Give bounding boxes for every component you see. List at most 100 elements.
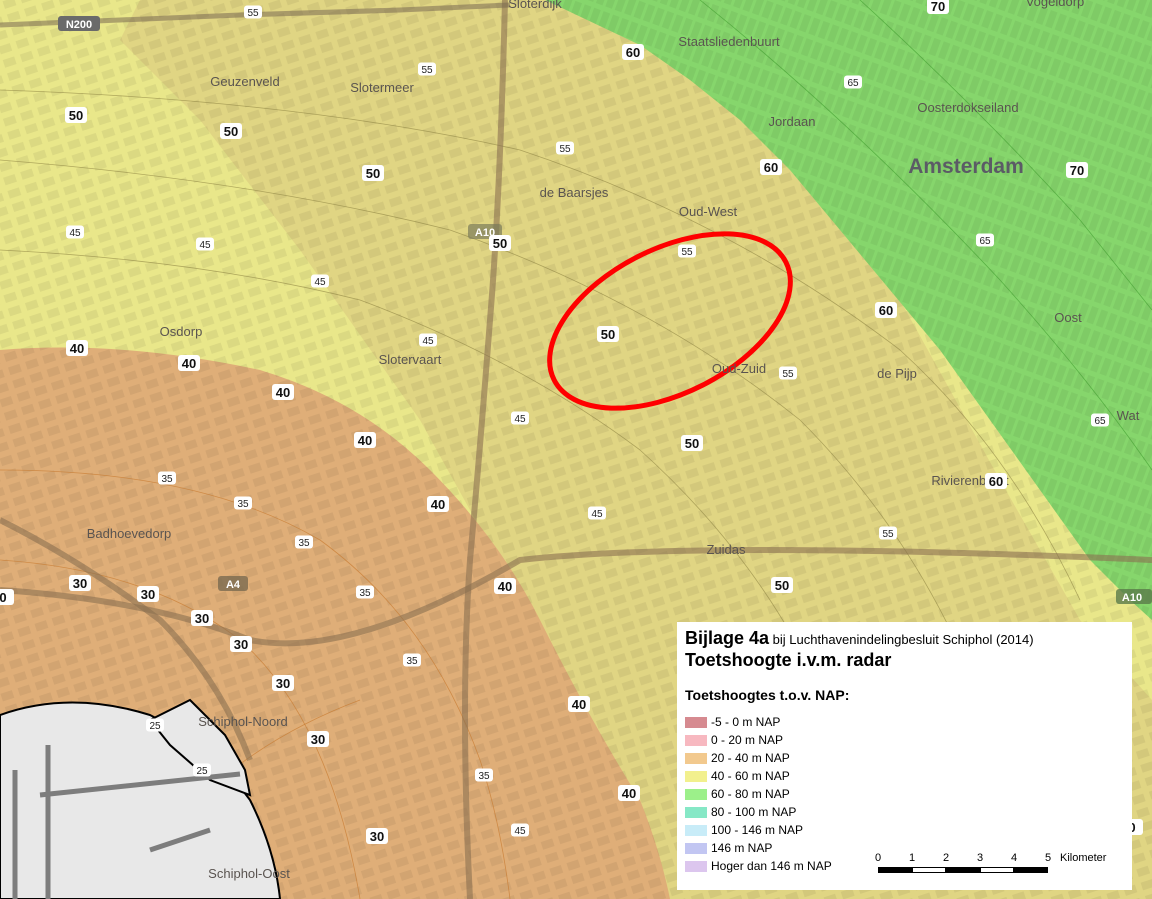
contour-label: 25 (193, 763, 211, 777)
contour-label: 35 (475, 768, 493, 782)
scale-tick: 5 (1045, 852, 1052, 864)
scale-bar: 0 1 2 3 4 5 Kilometer (875, 852, 1118, 876)
contour-label: 35 (295, 535, 313, 549)
svg-text:50: 50 (601, 327, 615, 342)
legend-item: 60 - 80 m NAP (685, 785, 1124, 803)
scale-tick: 4 (1011, 852, 1018, 864)
legend-swatch (685, 842, 707, 854)
legend-item: -5 - 0 m NAP (685, 713, 1124, 731)
place-label-osdorp: Osdorp (160, 324, 203, 339)
contour-label: 40 (427, 496, 449, 512)
svg-text:45: 45 (514, 826, 526, 837)
contour-label: 40 (66, 340, 88, 356)
scale-segment (878, 867, 912, 873)
legend-item-label: 100 - 146 m NAP (711, 823, 804, 837)
place-label-zuidas: Zuidas (706, 542, 746, 557)
scale-tick: 2 (943, 852, 950, 864)
svg-text:55: 55 (681, 247, 693, 258)
place-label-vogeldorp: Vogeldorp (1026, 0, 1085, 9)
legend-list: -5 - 0 m NAP 0 - 20 m NAP 20 - 40 m NAP 40 … (685, 713, 1124, 875)
legend-item: 80 - 100 m NAP (685, 803, 1124, 821)
legend-item-label: 146 m NAP (711, 841, 773, 855)
contour-label: 35 (356, 585, 374, 599)
svg-text:40: 40 (622, 786, 636, 801)
svg-text:60: 60 (764, 160, 778, 175)
place-label-oosterdokseiland: Oosterdokseiland (917, 100, 1018, 115)
scale-segment (912, 867, 946, 873)
svg-text:30: 30 (234, 637, 248, 652)
legend-heading: Toetshoogtes t.o.v. NAP: (685, 687, 850, 703)
legend-item: 20 - 40 m NAP (685, 749, 1124, 767)
contour-label: 50 (362, 165, 384, 181)
svg-text:30: 30 (195, 611, 209, 626)
contour-label: 50 (681, 435, 703, 451)
legend-item-label: -5 - 0 m NAP (711, 715, 781, 729)
contour-label: 65 (976, 233, 994, 247)
svg-text:40: 40 (70, 341, 84, 356)
svg-text:0: 0 (0, 590, 7, 605)
svg-text:30: 30 (73, 576, 87, 591)
contour-label: 30 (366, 828, 388, 844)
scale-segment (1014, 867, 1048, 873)
contour-label: 35 (403, 653, 421, 667)
contour-label: 45 (66, 225, 84, 239)
road-label: A10 (1122, 592, 1142, 604)
legend-item-label: Hoger dan 146 m NAP (711, 859, 832, 873)
svg-text:25: 25 (196, 766, 208, 777)
contour-label: 40 (178, 355, 200, 371)
contour-label: 55 (418, 62, 436, 76)
place-label-schiphol-noord: Schiphol-Noord (198, 714, 288, 729)
place-label-slotervaart: Slotervaart (379, 352, 442, 367)
contour-label: 45 (196, 237, 214, 251)
legend-swatch (685, 734, 707, 746)
scale-unit: Kilometer (1060, 852, 1107, 864)
legend-item: 0 - 20 m NAP (685, 731, 1124, 749)
legend-title-strong: Bijlage 4a (685, 628, 770, 648)
legend-swatch (685, 770, 707, 782)
contour-label: 25 (146, 718, 164, 732)
svg-text:35: 35 (298, 538, 310, 549)
contour-label: 50 (771, 577, 793, 593)
contour-label: 45 (419, 333, 437, 347)
place-label-amsterdam: Amsterdam (908, 155, 1024, 178)
svg-text:60: 60 (879, 303, 893, 318)
svg-text:50: 50 (685, 436, 699, 451)
svg-text:65: 65 (1094, 416, 1106, 427)
svg-text:45: 45 (69, 228, 81, 239)
place-label-sloterdijk: Sloterdijk (508, 0, 562, 11)
contour-label: 30 (69, 575, 91, 591)
svg-text:55: 55 (782, 369, 794, 380)
contour-label: 40 (494, 578, 516, 594)
svg-text:30: 30 (311, 732, 325, 747)
svg-text:45: 45 (199, 240, 211, 251)
legend-swatch (685, 806, 707, 818)
svg-text:45: 45 (514, 414, 526, 425)
svg-text:45: 45 (314, 277, 326, 288)
contour-label: 40 (618, 785, 640, 801)
scale-segment (980, 867, 1014, 873)
contour-label: 45 (311, 274, 329, 288)
contour-label: 70 (1066, 162, 1088, 178)
contour-label: 60 (985, 473, 1007, 489)
contour-label: 65 (1091, 413, 1109, 427)
svg-text:35: 35 (359, 588, 371, 599)
svg-text:50: 50 (224, 124, 238, 139)
place-label-schiphol-oost: Schiphol-Oost (208, 866, 290, 881)
svg-text:65: 65 (847, 78, 859, 89)
legend-item: 40 - 60 m NAP (685, 767, 1124, 785)
contour-label: 40 (568, 696, 590, 712)
svg-text:40: 40 (572, 697, 586, 712)
svg-text:45: 45 (591, 509, 603, 520)
contour-label: 50 (220, 123, 242, 139)
place-label-slotermeer: Slotermeer (350, 80, 414, 95)
svg-text:60: 60 (989, 474, 1003, 489)
road-label: A4 (226, 579, 241, 591)
place-label-staatsliedenbuurt: Staatsliedenbuurt (678, 34, 780, 49)
svg-text:50: 50 (366, 166, 380, 181)
road-shield-n200: N200 (58, 16, 100, 31)
legend-item-label: 20 - 40 m NAP (711, 751, 790, 765)
svg-text:40: 40 (182, 356, 196, 371)
road-shield-a10-east: A10 (1116, 589, 1152, 604)
svg-text:30: 30 (370, 829, 384, 844)
contour-label: 40 (272, 384, 294, 400)
